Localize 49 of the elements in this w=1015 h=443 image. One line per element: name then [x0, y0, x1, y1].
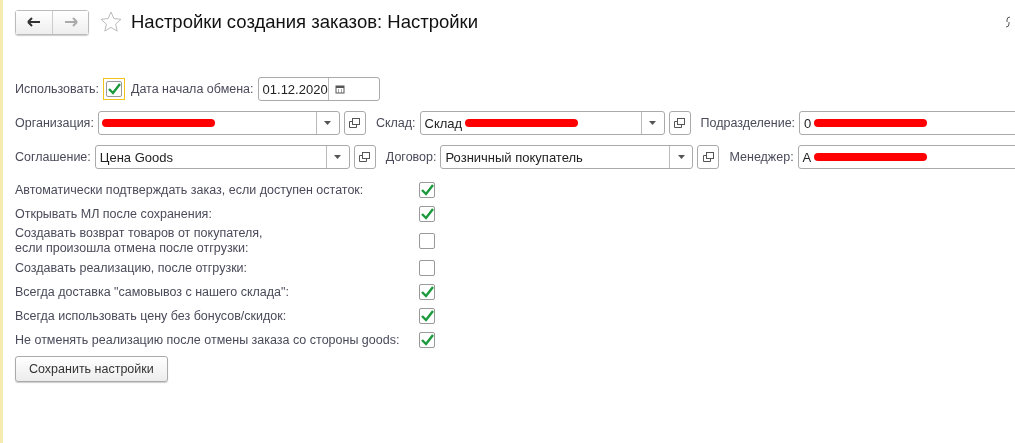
option-label: Создавать реализацию, после отгрузки: [15, 260, 248, 276]
option-label: Всегда использовать цену без бонусов/скидок: [15, 308, 287, 324]
start-date-label: Дата начала обмена: [130, 82, 254, 96]
option-checkbox[interactable] [419, 206, 435, 222]
input-field[interactable]: А [797, 145, 1015, 169]
calendar-icon [334, 84, 345, 94]
option-checkbox[interactable] [419, 332, 435, 348]
star-icon[interactable] [99, 10, 123, 34]
input-field[interactable] [97, 111, 340, 135]
field-label: Соглашение: [15, 150, 91, 164]
option-checkbox[interactable] [419, 260, 435, 276]
open-window-icon [703, 152, 714, 162]
field-label: Подразделение: [700, 116, 796, 130]
open-button[interactable] [697, 145, 720, 169]
field-label: Склад: [375, 116, 416, 130]
caret-icon [678, 155, 685, 159]
back-button[interactable] [16, 10, 52, 34]
open-window-icon [349, 118, 361, 128]
option-label: Всегда доставка "самовывоз с нашего склада": [15, 284, 289, 300]
right-arrow-icon [63, 17, 78, 27]
open-button[interactable] [353, 145, 376, 169]
open-window-icon [674, 118, 686, 128]
option-label: Создавать возврат товаров от покупателя, если произошла отмена после отгрузки: [15, 226, 263, 256]
input-field[interactable]: Цена Goods [94, 145, 350, 169]
caret-icon [324, 121, 332, 125]
caret-icon [334, 155, 342, 159]
field-label: Менеджер: [729, 150, 794, 164]
date-field[interactable]: 01.12.2020 [257, 77, 380, 101]
option-label: Не отменять реализацию после отмены заказа со стороны goods: [15, 332, 400, 348]
option-label: Открывать МЛ после сохранения: [15, 206, 212, 222]
save-settings-button[interactable]: Сохранить настройки [15, 356, 168, 382]
input-field[interactable]: 0 [799, 111, 1015, 135]
use-label: Использовать: [15, 82, 99, 96]
option-checkbox[interactable] [419, 308, 435, 324]
caret-icon [649, 121, 657, 125]
field-label: Организация: [15, 116, 94, 130]
open-window-icon [359, 152, 371, 162]
option-checkbox[interactable] [419, 182, 435, 198]
window-title: Настройки создания заказов: Настройки [131, 11, 478, 33]
open-button[interactable] [668, 111, 691, 135]
input-field[interactable]: Розничный покупатель [440, 145, 694, 169]
left-arrow-icon [27, 17, 41, 27]
option-label: Автоматически подтверждать заказ, если доступен остаток: [15, 182, 364, 198]
input-field[interactable]: Склад [419, 111, 665, 135]
field-label: Договор: [385, 150, 437, 164]
option-checkbox[interactable] [419, 233, 435, 249]
use-checkbox[interactable] [105, 81, 122, 97]
option-checkbox[interactable] [419, 284, 435, 300]
open-button[interactable] [343, 111, 366, 135]
